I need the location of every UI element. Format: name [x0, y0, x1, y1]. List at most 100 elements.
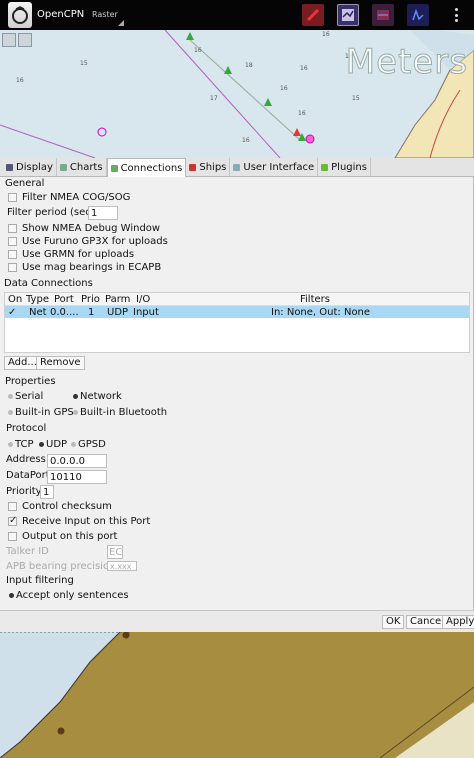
tab-display[interactable]: Display	[3, 158, 57, 176]
dataport-input[interactable]: 10110	[47, 470, 107, 484]
column-header-on: On	[8, 294, 23, 305]
control-checksum-label: Control checksum	[22, 501, 112, 512]
network-radio[interactable]	[73, 394, 78, 399]
connections-icon	[110, 164, 118, 172]
network-label: Network	[80, 391, 122, 402]
svg-text:16: 16	[322, 31, 330, 38]
dialog-button-bar: OK Cancel Apply	[0, 610, 474, 632]
remove-connection-button[interactable]: Remove	[36, 356, 85, 370]
receive-input-checkbox[interactable]	[8, 515, 17, 526]
dataport-label: DataPort	[6, 470, 50, 481]
column-header-parm: Parm	[105, 294, 131, 305]
options-dialog: Display Charts Connections Ships User In…	[0, 158, 474, 632]
general-heading: General	[5, 178, 45, 189]
builtin-bluetooth-label: Built-in Bluetooth	[80, 407, 168, 418]
column-header-prio: Prio	[81, 294, 100, 305]
builtin-bluetooth-radio[interactable]	[73, 410, 78, 415]
color-scheme-button[interactable]	[372, 4, 394, 26]
filter-cog-sog-checkbox[interactable]	[8, 193, 17, 202]
tab-charts[interactable]: Charts	[57, 158, 107, 176]
row-port: 0.0....	[50, 307, 79, 318]
charts-icon	[59, 163, 67, 171]
gpsd-label: GPSD	[78, 439, 106, 450]
table-header: On Type Port Prio Parm I/O Filters	[5, 293, 469, 306]
tab-label: Charts	[69, 161, 103, 173]
svg-text:16: 16	[194, 47, 202, 54]
apply-button[interactable]: Apply	[442, 615, 474, 629]
display-icon	[6, 163, 13, 171]
address-label: Address	[6, 454, 46, 465]
gpsd-radio[interactable]	[71, 442, 76, 447]
output-port-checkbox[interactable]	[8, 532, 17, 541]
options-tabs: Display Charts Connections Ships User In…	[0, 158, 474, 177]
connections-table[interactable]: On Type Port Prio Parm I/O Filters ✓ Net…	[4, 292, 470, 353]
show-debug-checkbox[interactable]	[8, 224, 17, 233]
chart-quilt-icon[interactable]	[18, 33, 32, 47]
tab-user-interface[interactable]: User Interface	[230, 158, 319, 176]
chart-toolbar	[2, 33, 32, 47]
tcp-radio[interactable]	[8, 442, 13, 447]
tab-connections[interactable]: Connections	[106, 158, 187, 177]
data-connections-heading: Data Connections	[4, 278, 93, 289]
opencpn-logo-icon[interactable]	[8, 2, 32, 28]
apb-precision-label: APB bearing precision	[6, 561, 116, 572]
row-parm: UDP	[107, 307, 129, 318]
priority-spinner[interactable]: 1	[40, 485, 54, 499]
tab-ships[interactable]: Ships	[186, 158, 231, 176]
furuno-checkbox[interactable]	[8, 237, 17, 246]
chart-mode-label[interactable]: Raster	[92, 10, 118, 19]
mag-bearings-checkbox[interactable]	[8, 263, 17, 272]
svg-text:17: 17	[210, 95, 218, 102]
tide-tool-button[interactable]	[407, 4, 429, 26]
measure-icon[interactable]	[2, 33, 16, 47]
properties-heading: Properties	[5, 376, 56, 387]
svg-text:16: 16	[242, 137, 250, 144]
output-port-label: Output on this port	[22, 531, 118, 542]
row-filters: In: None, Out: None	[271, 307, 371, 318]
user-interface-icon	[233, 163, 241, 171]
protocol-heading: Protocol	[6, 423, 47, 434]
svg-text:16: 16	[298, 110, 306, 117]
connections-panel[interactable]: General Filter NMEA COG/SOG Filter perio…	[0, 177, 470, 610]
row-prio: 1	[88, 307, 95, 318]
mode-dropdown-icon[interactable]	[118, 20, 124, 26]
address-input[interactable]: 0.0.0.0	[47, 454, 107, 468]
talker-id-label: Talker ID	[6, 546, 49, 557]
tcp-label: TCP	[15, 439, 34, 450]
plugins-icon	[321, 163, 329, 171]
chart-settings-button[interactable]	[337, 4, 359, 26]
row-on-check[interactable]: ✓	[8, 307, 16, 318]
ok-button[interactable]: OK	[382, 615, 405, 629]
accept-only-label: Accept only sentences	[16, 590, 129, 601]
priority-label: Priority	[6, 486, 42, 497]
tab-plugins[interactable]: Plugins	[318, 158, 371, 176]
accept-only-radio[interactable]	[9, 593, 14, 598]
depth-units-overlay: Meters	[345, 42, 468, 83]
tab-label: Display	[16, 161, 53, 173]
route-tool-button[interactable]	[302, 4, 324, 26]
column-header-io: I/O	[136, 294, 151, 305]
svg-text:15: 15	[352, 95, 360, 102]
overflow-menu-icon[interactable]	[455, 8, 459, 22]
chart-canvas[interactable]: 16 17 18 16 16 16 16 16 16 15 16 15 Meters	[0, 30, 474, 158]
control-checksum-checkbox[interactable]	[8, 502, 17, 511]
column-header-filters: Filters	[300, 294, 330, 305]
receive-input-label: Receive Input on this Port	[22, 516, 151, 527]
app-title: OpenCPN	[37, 9, 85, 20]
svg-text:16: 16	[300, 65, 308, 72]
filter-period-label: Filter period (sec)	[7, 207, 95, 218]
column-header-port: Port	[54, 294, 74, 305]
svg-text:15: 15	[80, 60, 88, 67]
filter-period-input[interactable]: 1	[88, 206, 118, 220]
tab-label: Ships	[199, 161, 227, 173]
udp-radio[interactable]	[39, 442, 44, 447]
row-io: Input	[133, 307, 159, 318]
mag-bearings-label: Use mag bearings in ECAPB	[22, 262, 162, 273]
tab-label: User Interface	[243, 161, 315, 173]
serial-radio[interactable]	[8, 394, 13, 399]
builtin-gps-radio[interactable]	[8, 410, 13, 415]
chart-canvas-land[interactable]	[0, 632, 474, 758]
svg-text:18: 18	[245, 62, 253, 69]
grmn-checkbox[interactable]	[8, 250, 17, 259]
table-row[interactable]: ✓ Net 0.0.... 1 UDP Input In: None, Out:…	[5, 306, 469, 318]
